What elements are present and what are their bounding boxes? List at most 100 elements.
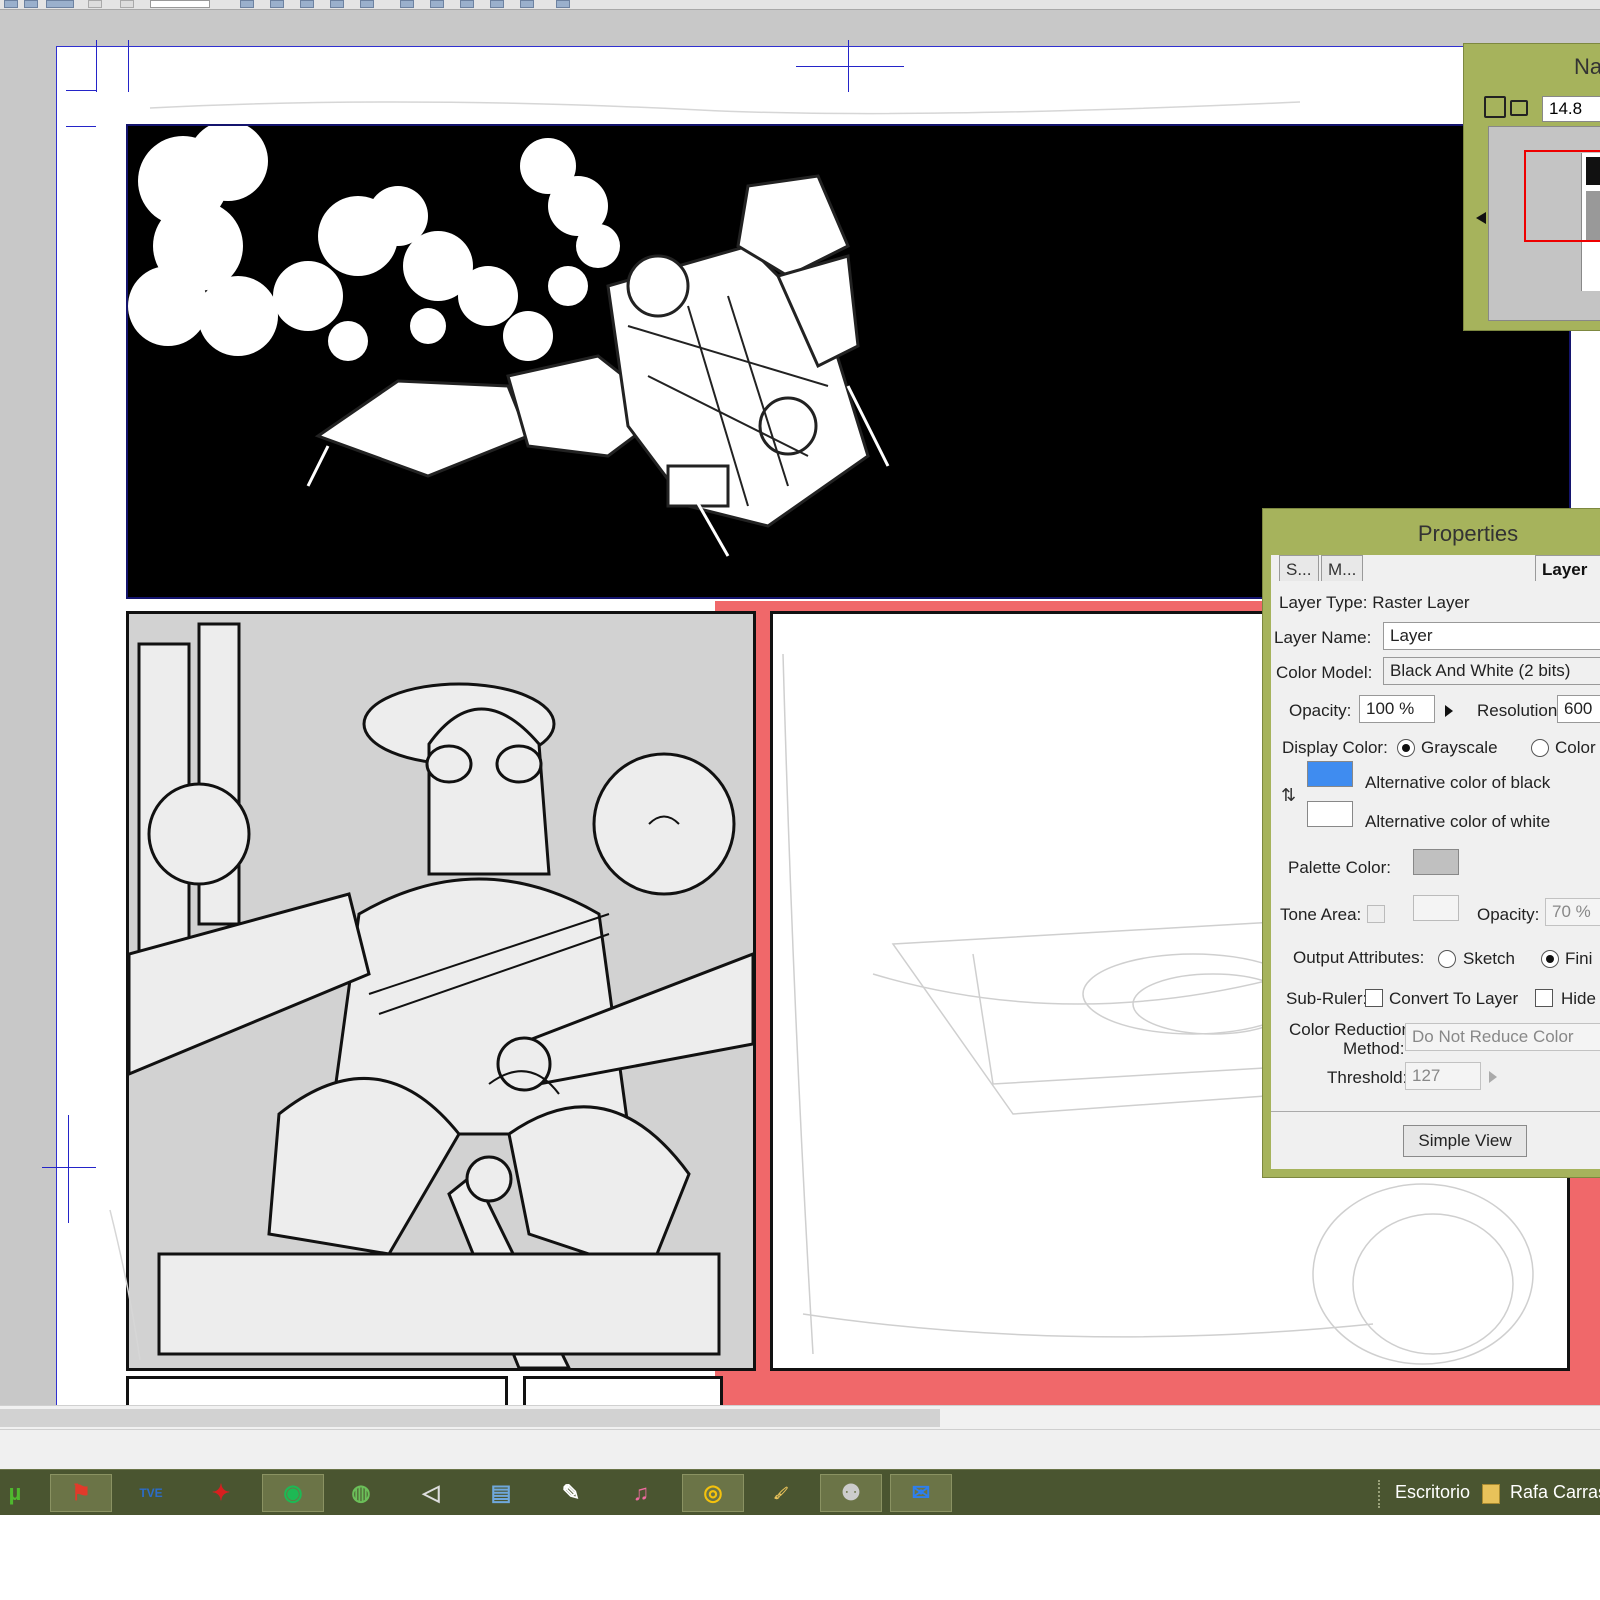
tve-icon-glyph: TVE (139, 1486, 163, 1500)
globe-app-icon[interactable]: ◍ (330, 1474, 392, 1512)
acrobat-icon[interactable]: ✦ (190, 1474, 252, 1512)
grayscale-radio[interactable] (1397, 739, 1415, 757)
properties-title: Properties (1417, 521, 1519, 546)
scrollbar-thumb[interactable] (0, 1409, 940, 1427)
paint-icon-glyph: 🖌 (773, 1486, 789, 1500)
files-icon[interactable]: ▤ (470, 1474, 532, 1512)
toolbar-button[interactable] (490, 0, 504, 8)
toolbar-button[interactable] (430, 0, 444, 8)
toolbar-button[interactable] (120, 0, 134, 8)
drawing-app-icon[interactable]: ✎ (540, 1474, 602, 1512)
color-label: Color (1555, 738, 1596, 757)
panel-bottom-middle[interactable] (523, 1376, 723, 1405)
palette-color-swatch[interactable] (1413, 849, 1459, 875)
toolbar-field[interactable] (150, 0, 210, 8)
sketch-label: Sketch (1463, 949, 1515, 968)
grayscale-label: Grayscale (1421, 738, 1498, 757)
hide-label: Hide (1561, 989, 1596, 1008)
crop-mark (66, 90, 96, 91)
fit-page-icon[interactable] (1484, 96, 1506, 118)
crop-mark (96, 40, 97, 92)
app-red-icon[interactable]: ⚑ (50, 1474, 112, 1512)
finish-radio[interactable] (1541, 950, 1559, 968)
layer-name-field[interactable]: Layer (1383, 622, 1600, 650)
threshold-slider-arrow[interactable] (1489, 1071, 1497, 1083)
simple-view-button[interactable]: Simple View (1403, 1125, 1527, 1157)
toolbar-button[interactable] (520, 0, 534, 8)
mail-icon[interactable]: ✉ (890, 1474, 952, 1512)
toolbar-button[interactable] (4, 0, 18, 8)
alt-white-label: Alternative color of white (1365, 812, 1551, 831)
color-model-label: Color Model: (1276, 663, 1373, 682)
utorrent-icon[interactable]: µ (0, 1474, 46, 1512)
unity-icon[interactable]: ◁ (400, 1474, 462, 1512)
drawing-app-icon-glyph: ✎ (561, 1480, 581, 1505)
toolbar-button[interactable] (556, 0, 570, 8)
threshold-field[interactable]: 127 (1405, 1062, 1481, 1090)
sketch-radio[interactable] (1438, 950, 1456, 968)
navigator-zoom-field[interactable]: 14.8 (1542, 96, 1600, 122)
user-toolbar-label[interactable]: Rafa Carras (1510, 1482, 1600, 1503)
alt-black-swatch[interactable] (1307, 761, 1353, 787)
tab-layer[interactable]: Layer (1535, 555, 1600, 581)
itunes-icon[interactable]: ♫ (610, 1474, 672, 1512)
toolbar-button[interactable] (46, 0, 74, 8)
toolbar-button[interactable] (330, 0, 344, 8)
tone-area-label: Tone Area: (1280, 905, 1362, 924)
mail-icon-glyph: ✉ (911, 1480, 931, 1505)
color-radio[interactable] (1531, 739, 1549, 757)
toolbar-button[interactable] (300, 0, 314, 8)
toolbar-button[interactable] (88, 0, 102, 8)
tve-icon[interactable]: TVE (120, 1474, 182, 1512)
color-reduction-select[interactable]: Do Not Reduce Color (1405, 1023, 1600, 1051)
alt-white-swatch[interactable] (1307, 801, 1353, 827)
hide-checkbox[interactable] (1535, 989, 1553, 1007)
opacity-slider-arrow[interactable] (1445, 705, 1453, 717)
tone-area-checkbox[interactable] (1367, 905, 1385, 923)
tone-area-swatch[interactable] (1413, 895, 1459, 921)
chrome-icon[interactable]: ◎ (682, 1474, 744, 1512)
resolution-label: Resolution: (1477, 701, 1563, 720)
navigator-title: Na (1574, 54, 1600, 79)
tone-opacity-field[interactable]: 70 % (1545, 898, 1600, 926)
crop-mark (66, 126, 96, 127)
toolbar-button[interactable] (24, 0, 38, 8)
navigator-view-frame[interactable] (1524, 150, 1600, 242)
horizontal-scrollbar[interactable] (0, 1405, 1600, 1429)
toolbar-button[interactable] (360, 0, 374, 8)
layer-name-label: Layer Name: (1274, 628, 1372, 647)
panel-bottom-left[interactable] (126, 1376, 508, 1405)
convert-to-layer-checkbox[interactable] (1365, 989, 1383, 1007)
toolbar-button[interactable] (460, 0, 474, 8)
paint-icon[interactable]: 🖌 (750, 1474, 812, 1512)
output-attributes-label: Output Attributes: (1293, 948, 1425, 967)
finish-label: Fini (1565, 949, 1593, 968)
desktop-toolbar-label[interactable]: Escritorio (1395, 1482, 1470, 1503)
opacity-field[interactable]: 100 % (1359, 695, 1435, 723)
tab-m[interactable]: M... (1321, 555, 1364, 581)
properties-palette[interactable]: Properties S... M... Layer Layer Type: R… (1262, 508, 1600, 1178)
canvas-workspace[interactable]: Na 14.8 Properties S... M... Layer Layer… (0, 10, 1600, 1405)
spotify-icon[interactable]: ◉ (262, 1474, 324, 1512)
toolbar-button[interactable] (240, 0, 254, 8)
unity-icon-glyph: ◁ (422, 1480, 440, 1505)
navigator-palette[interactable]: Na 14.8 (1463, 43, 1600, 331)
center-mark (68, 1115, 69, 1223)
user-folder-icon (1482, 1484, 1500, 1504)
itunes-icon-glyph: ♫ (632, 1480, 650, 1505)
comic-studio-icon[interactable]: ⚉ (820, 1474, 882, 1512)
panel-pilot[interactable] (126, 611, 756, 1371)
swap-colors-icon[interactable]: ⇅ (1281, 785, 1296, 806)
toolbar-button[interactable] (270, 0, 284, 8)
resolution-field[interactable]: 600 (1557, 695, 1600, 723)
alt-black-label: Alternative color of black (1365, 773, 1551, 792)
fit-width-icon[interactable] (1510, 100, 1528, 116)
tab-s[interactable]: S... (1279, 555, 1319, 581)
color-reduction-method-label: Method: (1343, 1039, 1405, 1058)
comic-studio-window: Na 14.8 Properties S... M... Layer Layer… (0, 0, 1600, 1600)
color-model-select[interactable]: Black And White (2 bits) (1383, 657, 1600, 685)
utorrent-icon-glyph: µ (8, 1480, 22, 1505)
navigator-collapse-arrow[interactable] (1476, 212, 1486, 224)
toolbar-button[interactable] (400, 0, 414, 8)
center-mark (796, 66, 904, 67)
